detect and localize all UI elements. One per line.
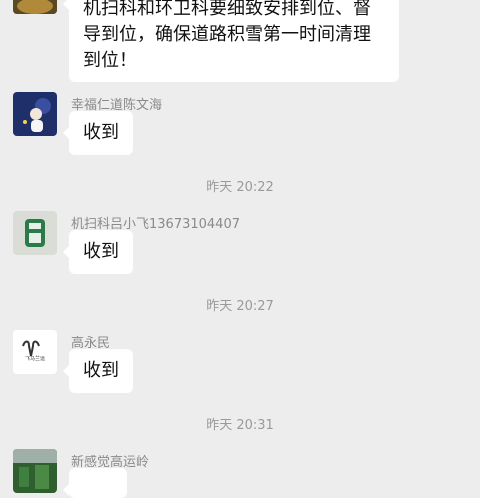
message-text: 收到 xyxy=(83,360,119,381)
timestamp: 昨天 20:27 xyxy=(206,299,274,314)
message-text: 机扫科和环卫科要细致安排到位、督导到位，确保道路积雪第一时间清理到位！ xyxy=(83,0,371,71)
avatar-image xyxy=(13,92,57,136)
message-bubble[interactable]: 收到 xyxy=(63,349,133,393)
avatar-image xyxy=(13,449,57,493)
avatar-image xyxy=(13,0,57,14)
message-bubble[interactable]: 收到 xyxy=(63,230,133,274)
avatar-image: 飞马兰运 xyxy=(13,330,57,374)
message-bubble[interactable]: 收到 xyxy=(63,111,133,155)
timestamp: 昨天 20:22 xyxy=(206,180,274,195)
avatar-logo-text: 飞马兰运 xyxy=(25,355,45,362)
message-text: 收到 xyxy=(83,241,119,262)
avatar[interactable] xyxy=(13,0,57,14)
avatar[interactable] xyxy=(13,449,57,493)
chat-message-list: 机扫科和环卫科要细致安排到位、督导到位，确保道路积雪第一时间清理到位！ 幸福仁道… xyxy=(0,0,480,498)
message-bubble[interactable]: 机扫科和环卫科要细致安排到位、督导到位，确保道路积雪第一时间清理到位！ xyxy=(63,0,399,82)
timestamp: 昨天 20:31 xyxy=(206,418,274,433)
avatar[interactable] xyxy=(13,92,57,136)
avatar[interactable]: 飞马兰运 xyxy=(13,330,57,374)
avatar-image xyxy=(13,211,57,255)
message-bubble[interactable] xyxy=(63,468,127,498)
message-text: 收到 xyxy=(83,122,119,143)
avatar[interactable] xyxy=(13,211,57,255)
